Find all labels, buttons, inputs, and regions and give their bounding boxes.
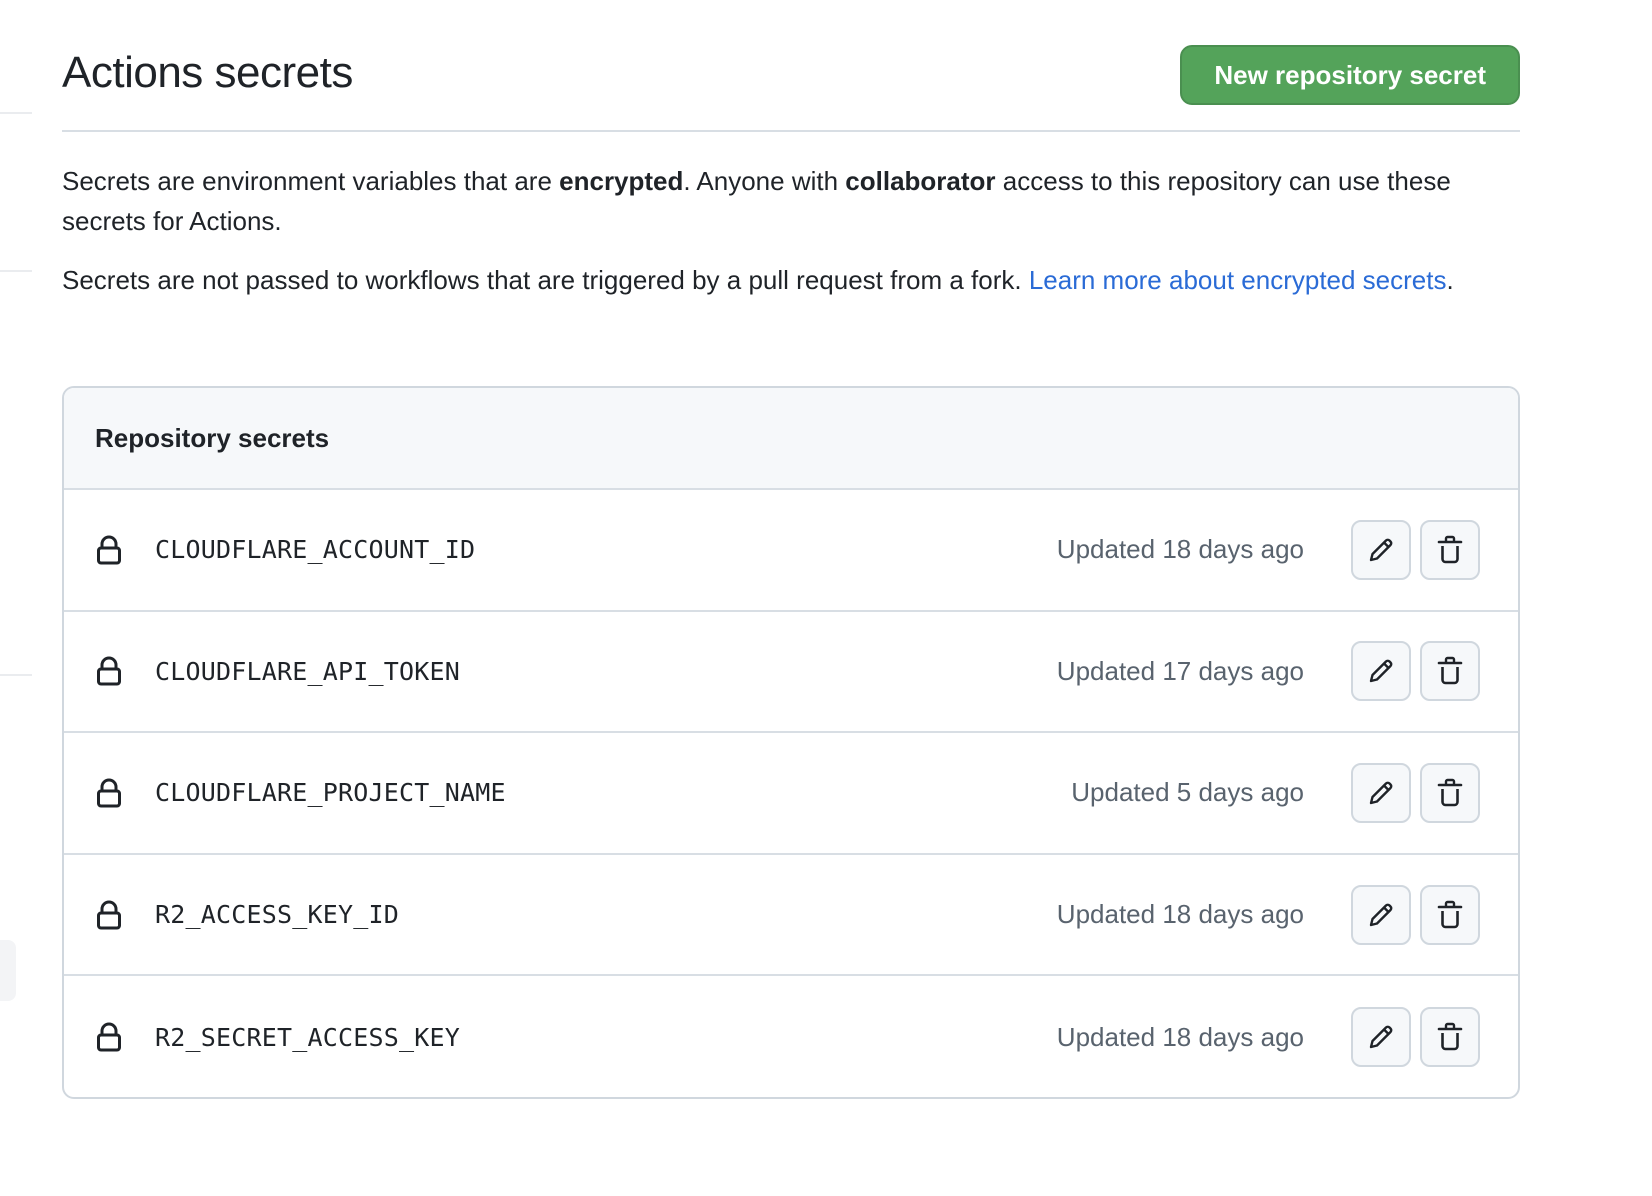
secret-row: CLOUDFLARE_PROJECT_NAME Updated 5 days a… — [64, 733, 1518, 855]
delete-secret-button[interactable] — [1420, 641, 1480, 702]
learn-more-link[interactable]: Learn more about encrypted secrets — [1029, 265, 1447, 295]
description-encrypted: Secrets are environment variables that a… — [62, 161, 1502, 241]
secret-updated: Updated 18 days ago — [1056, 899, 1304, 930]
secret-row: R2_ACCESS_KEY_ID Updated 18 days ago — [64, 855, 1518, 977]
trash-icon — [1437, 900, 1463, 928]
pencil-icon — [1369, 1025, 1393, 1049]
pencil-icon — [1369, 781, 1393, 805]
lock-icon — [97, 656, 121, 686]
desc-bold-encrypted: encrypted — [559, 166, 684, 196]
edit-secret-button[interactable] — [1351, 641, 1411, 702]
repository-secrets-box: Repository secrets CLOUDFLARE_ACCOUNT_ID… — [62, 386, 1520, 1099]
new-repository-secret-button[interactable]: New repository secret — [1180, 45, 1520, 105]
description-fork: Secrets are not passed to workflows that… — [62, 260, 1502, 300]
trash-icon — [1437, 1022, 1463, 1051]
secret-updated: Updated 17 days ago — [1056, 655, 1304, 686]
desc-text: Secrets are environment variables that a… — [62, 166, 560, 196]
sidebar-item[interactable] — [0, 940, 16, 1001]
lock-icon — [97, 778, 121, 808]
secret-updated: Updated 18 days ago — [1056, 1021, 1304, 1052]
secret-row: CLOUDFLARE_ACCOUNT_ID Updated 18 days ag… — [64, 490, 1518, 612]
trash-icon — [1437, 535, 1463, 564]
sidebar-divider — [0, 112, 32, 114]
page-title: Actions secrets — [62, 48, 353, 97]
edit-secret-button[interactable] — [1351, 1007, 1411, 1068]
secret-name: CLOUDFLARE_ACCOUNT_ID — [155, 535, 476, 565]
secret-name: CLOUDFLARE_API_TOKEN — [155, 656, 461, 686]
box-title: Repository secrets — [95, 422, 330, 453]
desc-text: . — [1446, 265, 1454, 295]
lock-icon — [97, 900, 121, 930]
secret-name: CLOUDFLARE_PROJECT_NAME — [155, 778, 506, 808]
secret-name: R2_SECRET_ACCESS_KEY — [155, 1022, 461, 1052]
delete-secret-button[interactable] — [1420, 1007, 1480, 1068]
lock-icon — [97, 1022, 121, 1052]
box-header: Repository secrets — [64, 388, 1518, 490]
page-header: Actions secrets New repository secret — [62, 40, 1520, 132]
pencil-icon — [1369, 659, 1393, 683]
secret-name: R2_ACCESS_KEY_ID — [155, 900, 400, 930]
edit-secret-button[interactable] — [1351, 762, 1411, 823]
pencil-icon — [1369, 903, 1393, 926]
lock-icon — [97, 535, 121, 565]
secret-row: CLOUDFLARE_API_TOKEN Updated 17 days ago — [64, 612, 1518, 734]
secret-updated: Updated 5 days ago — [1071, 777, 1304, 808]
delete-secret-button[interactable] — [1420, 762, 1480, 823]
sidebar-divider — [0, 270, 32, 272]
secret-updated: Updated 18 days ago — [1056, 534, 1304, 565]
sidebar-divider — [0, 674, 32, 676]
delete-secret-button[interactable] — [1420, 519, 1480, 580]
trash-icon — [1437, 657, 1463, 685]
desc-text: Secrets are not passed to workflows that… — [62, 265, 1029, 295]
pencil-icon — [1369, 538, 1393, 561]
secret-row: R2_SECRET_ACCESS_KEY Updated 18 days ago — [64, 976, 1518, 1097]
edit-secret-button[interactable] — [1351, 519, 1411, 580]
desc-bold-collaborator: collaborator — [845, 166, 996, 196]
desc-text: . Anyone with — [683, 166, 846, 196]
trash-icon — [1437, 778, 1463, 807]
edit-secret-button[interactable] — [1351, 884, 1411, 945]
delete-secret-button[interactable] — [1420, 884, 1480, 945]
